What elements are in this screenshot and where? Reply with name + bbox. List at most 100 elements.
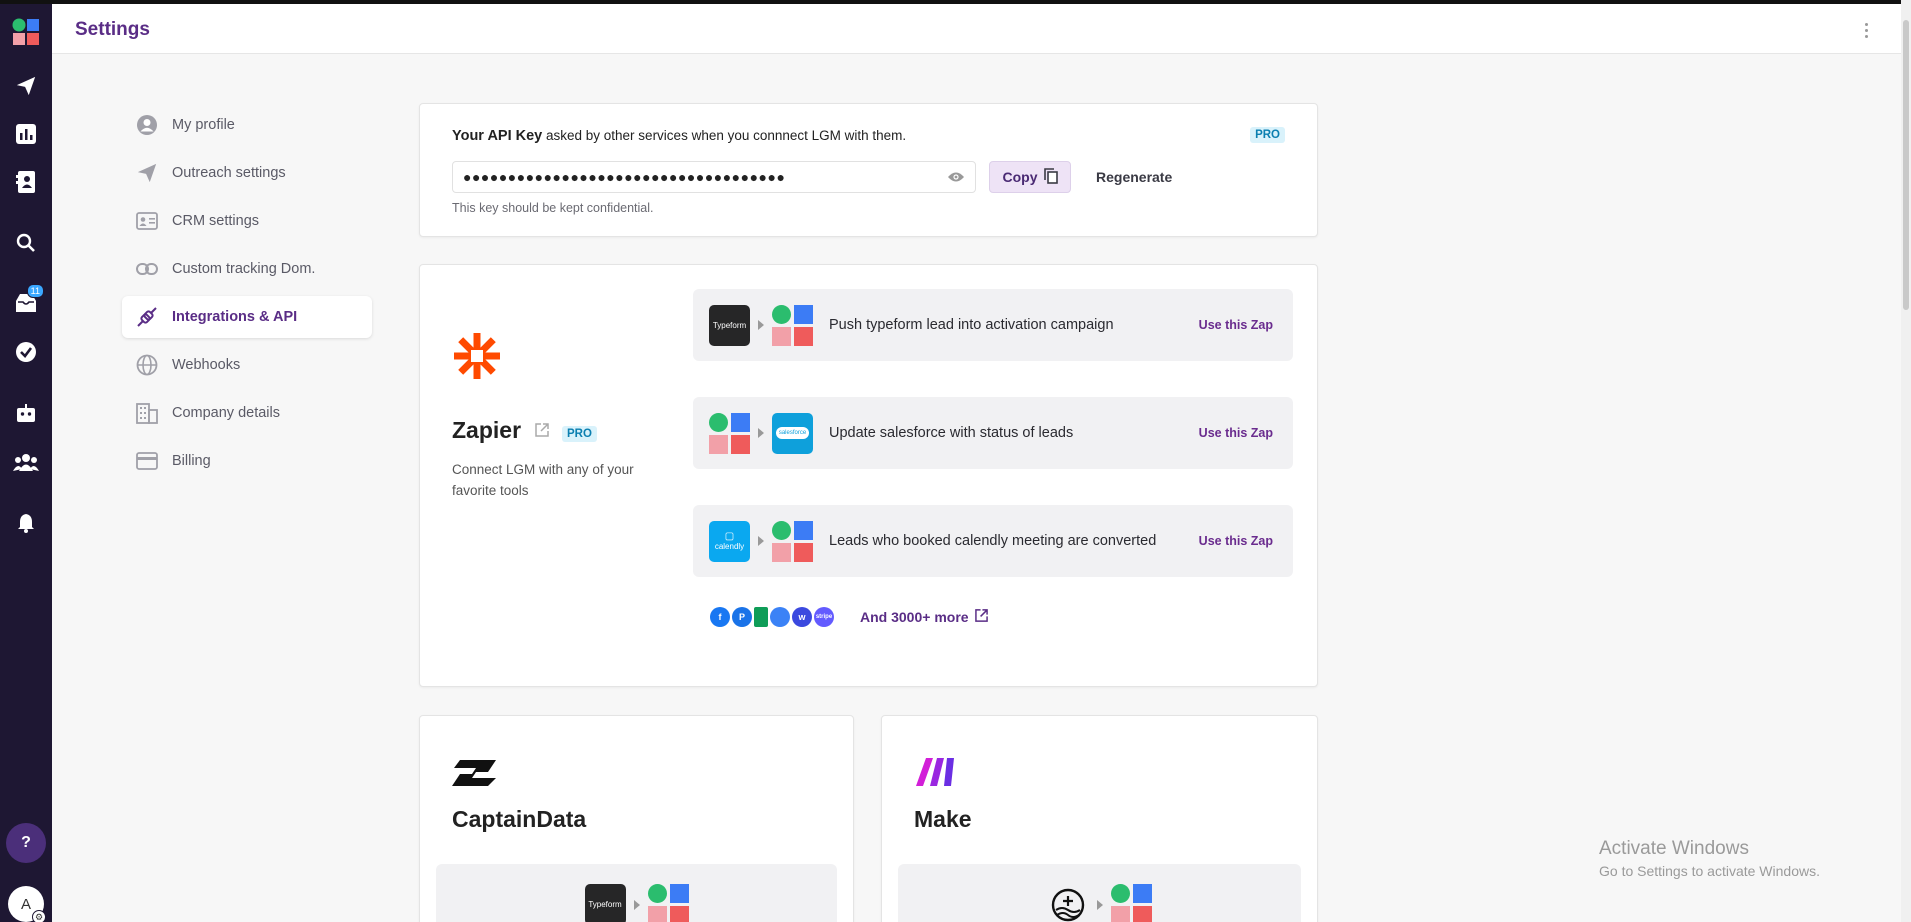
zap-label: Update salesforce with status of leads (829, 425, 1074, 441)
credit-card-icon (136, 450, 158, 472)
zap-row: salesforce Update salesforce with status… (693, 397, 1293, 469)
zapier-title: Zapier (452, 417, 522, 443)
more-options-icon[interactable] (1861, 20, 1871, 40)
watermark-subtitle: Go to Settings to activate Windows. (1599, 863, 1820, 879)
user-circle-icon (136, 114, 158, 136)
typeform-icon: Typeform (709, 304, 750, 346)
zap-label: Push typeform lead into activation campa… (829, 317, 1114, 333)
captaindata-card: CaptainData Typeform (419, 715, 854, 922)
stripe-icon: stripe (814, 607, 834, 627)
app-logo-icon (1048, 884, 1089, 922)
api-key-title-rest: asked by other services when you connnec… (542, 128, 907, 143)
use-zap-link[interactable]: Use this Zap (1199, 534, 1273, 548)
nav-label: Billing (172, 453, 211, 469)
supported-apps-strip: f P w stripe (710, 607, 834, 627)
captaindata-title: CaptainData (452, 806, 587, 832)
more-apps-label: And 3000+ more (860, 609, 969, 625)
user-avatar[interactable]: A ⚙ (8, 886, 46, 922)
app-rail: 11 ? A ⚙ (0, 0, 52, 922)
arrow-right-icon (758, 320, 764, 330)
arrow-right-icon (633, 900, 640, 910)
make-title: Make (914, 806, 972, 832)
notifications-bell-icon[interactable] (12, 509, 40, 537)
typeform-label: Typeform (712, 320, 747, 330)
lgm-logo-icon (772, 520, 813, 562)
zap-label: Leads who booked calendly meeting are co… (829, 533, 1157, 549)
avatar-initial: A (20, 895, 31, 913)
team-icon[interactable] (12, 448, 40, 476)
api-key-title: Your API Key asked by other services whe… (452, 128, 906, 144)
nav-item-webhooks[interactable]: Webhooks (122, 344, 372, 386)
page-title: Settings (75, 19, 150, 40)
zap-row: Typeform Push typeform lead into activat… (693, 289, 1293, 361)
make-logo-icon (914, 752, 966, 790)
nav-item-custom-tracking[interactable]: Custom tracking Dom. (122, 248, 372, 290)
contacts-icon[interactable] (12, 168, 40, 196)
gmail-icon (770, 607, 790, 627)
link-icon (136, 258, 158, 280)
inbox-icon[interactable]: 11 (12, 284, 44, 317)
arrow-right-icon (1096, 900, 1103, 910)
api-key-field[interactable]: ●●●●●●●●●●●●●●●●●●●●●●●●●●●●●●●●●●●● (452, 161, 976, 193)
google-sheets-icon (754, 607, 768, 627)
building-icon (136, 402, 158, 424)
robot-icon[interactable] (12, 399, 40, 427)
salesforce-label: salesforce (775, 427, 810, 439)
use-zap-link[interactable]: Use this Zap (1199, 318, 1273, 332)
paper-plane-icon (136, 162, 158, 184)
nav-label: Outreach settings (172, 165, 286, 181)
help-button[interactable]: ? (6, 823, 46, 863)
arrow-right-icon (758, 428, 764, 438)
calendar-icon: ▢ (724, 530, 735, 542)
search-icon[interactable] (12, 229, 40, 257)
nav-label: Webhooks (172, 357, 241, 373)
more-apps-link[interactable]: And 3000+ more (860, 609, 988, 625)
lgm-logo-icon (647, 884, 689, 922)
webflow-icon: w (792, 607, 812, 627)
lgm-logo-icon[interactable] (12, 18, 40, 46)
facebook-icon: f (710, 607, 730, 627)
salesforce-icon: salesforce (772, 412, 813, 454)
external-link-icon[interactable] (535, 423, 549, 437)
zapier-card: Zapier PRO Connect LGM with any of your … (419, 264, 1318, 687)
copy-icon (1043, 167, 1058, 187)
nav-label: CRM settings (172, 213, 260, 229)
campaigns-icon[interactable] (12, 72, 40, 100)
api-key-card: Your API Key asked by other services whe… (419, 103, 1318, 237)
calendly-label: calendly (714, 541, 745, 551)
nav-label: Company details (172, 405, 280, 421)
nav-item-outreach-settings[interactable]: Outreach settings (122, 152, 372, 194)
regenerate-button[interactable]: Regenerate (1084, 161, 1184, 193)
show-key-eye-icon[interactable] (947, 170, 965, 184)
scrollbar-thumb[interactable] (1903, 20, 1909, 310)
external-link-icon (974, 609, 988, 625)
watermark-title: Activate Windows (1599, 838, 1749, 859)
pro-badge: PRO (562, 426, 597, 442)
zapier-logo-icon (452, 331, 502, 381)
api-key-value[interactable]: ●●●●●●●●●●●●●●●●●●●●●●●●●●●●●●●●●●●● (463, 169, 947, 185)
nav-item-company-details[interactable]: Company details (122, 392, 372, 434)
nav-label: Custom tracking Dom. (172, 261, 316, 277)
copy-button[interactable]: Copy (989, 161, 1071, 193)
analytics-icon[interactable] (12, 120, 40, 148)
nav-item-my-profile[interactable]: My profile (122, 104, 372, 146)
arrow-right-icon (758, 536, 764, 546)
lgm-logo-icon (1110, 884, 1152, 922)
typeform-label: Typeform (588, 900, 622, 909)
pro-badge: PRO (1250, 127, 1285, 143)
typeform-icon: Typeform (584, 884, 626, 922)
page-scrollbar[interactable] (1901, 0, 1911, 922)
zap-row: ▢ calendly Leads who booked calendly mee… (693, 505, 1293, 577)
nav-item-billing[interactable]: Billing (122, 440, 372, 482)
make-preview (898, 864, 1301, 922)
nav-label: My profile (172, 117, 235, 133)
nav-item-crm-settings[interactable]: CRM settings (122, 200, 372, 242)
captaindata-logo-icon (452, 752, 504, 790)
gear-icon: ⚙ (32, 910, 46, 922)
nav-item-integrations-api[interactable]: Integrations & API (122, 296, 372, 338)
api-key-title-bold: Your API Key (452, 128, 543, 144)
tasks-check-icon[interactable] (12, 338, 40, 366)
use-zap-link[interactable]: Use this Zap (1199, 426, 1273, 440)
captaindata-preview: Typeform (436, 864, 837, 922)
windows-activation-watermark: Activate Windows Go to Settings to activ… (1599, 838, 1820, 879)
